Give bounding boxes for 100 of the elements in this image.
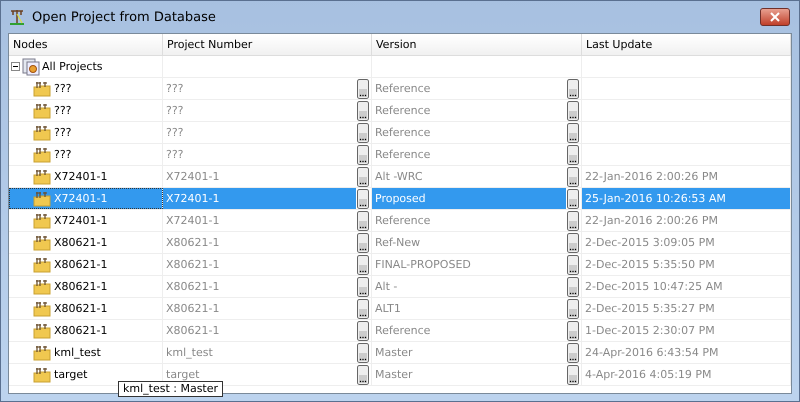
table-cell-text: X80621-1 — [165, 235, 220, 251]
browse-button[interactable] — [357, 254, 369, 274]
project-row[interactable]: X80621-1 X80621-1 ALT1 2-Dec-2015 5:35:27 PM — [9, 298, 791, 320]
browse-button[interactable] — [357, 100, 369, 120]
node-label: X72401-1 — [54, 192, 108, 205]
project-row[interactable]: kml_test kml_test Master 24-Apr-2016 6:43:54 PM — [9, 342, 791, 364]
browse-button[interactable] — [357, 144, 369, 164]
browse-button[interactable] — [567, 144, 579, 164]
browse-button[interactable] — [357, 342, 369, 362]
table-cell-text: Master — [374, 345, 414, 361]
browse-button[interactable] — [567, 188, 579, 208]
browse-button[interactable] — [357, 298, 369, 318]
table-cell-text: ??? — [165, 125, 185, 141]
browse-button[interactable] — [357, 276, 369, 296]
node-label: X80621-1 — [54, 236, 108, 249]
browse-button[interactable] — [567, 276, 579, 296]
window-title: Open Project from Database — [32, 10, 217, 24]
table-cell-text: 22-Jan-2016 2:00:26 PM — [584, 169, 720, 185]
table-cell-text: 2-Dec-2015 5:35:50 PM — [584, 257, 716, 273]
tower-icon — [8, 8, 26, 26]
node-label: X80621-1 — [54, 302, 108, 315]
node-label: ??? — [54, 126, 72, 139]
browse-button[interactable] — [567, 100, 579, 120]
column-header[interactable]: Nodes — [9, 34, 163, 55]
tree-node-label[interactable]: All Projects — [42, 60, 102, 73]
folder-icon — [33, 80, 51, 96]
folder-icon — [33, 256, 51, 272]
node-label: X80621-1 — [54, 324, 108, 337]
table-cell-text: 2-Dec-2015 10:47:25 AM — [584, 279, 724, 295]
table-cell-text: ??? — [165, 147, 185, 163]
column-header[interactable]: Last Update — [582, 34, 791, 55]
close-icon — [770, 12, 780, 22]
browse-button[interactable] — [567, 122, 579, 142]
table-cell-text: Alt -WRC — [374, 169, 424, 185]
browse-button[interactable] — [567, 364, 579, 384]
column-header[interactable]: Project Number — [163, 34, 372, 55]
folder-icon — [33, 300, 51, 316]
table-cell: X72401-1 — [163, 188, 356, 209]
browse-button[interactable] — [357, 122, 369, 142]
browse-button[interactable] — [357, 232, 369, 252]
table-cell-text: Reference — [374, 125, 432, 141]
table-cell-text: ALT1 — [374, 301, 402, 317]
folder-icon — [33, 212, 51, 228]
browse-button[interactable] — [357, 320, 369, 340]
table-cell-text: 2-Dec-2015 3:09:05 PM — [584, 235, 716, 251]
close-button[interactable] — [760, 8, 790, 26]
browse-button[interactable] — [357, 78, 369, 98]
project-row[interactable]: X80621-1 X80621-1 Alt - 2-Dec-2015 10:47:25 AM — [9, 276, 791, 298]
project-row[interactable]: X80621-1 X80621-1 Ref-New 2-Dec-2015 3:09:05 PM — [9, 232, 791, 254]
table-cell-text: ??? — [165, 81, 185, 97]
folder-icon — [33, 124, 51, 140]
project-row[interactable]: ??? ??? Reference — [9, 100, 791, 122]
table-cell-text: X80621-1 — [165, 323, 220, 339]
table-cell-text: X72401-1 — [165, 213, 220, 229]
table-cell-text: FINAL-PROPOSED — [374, 257, 472, 273]
table-cell-text: ??? — [165, 103, 185, 119]
project-row[interactable]: ??? ??? Reference — [9, 122, 791, 144]
browse-button[interactable] — [567, 166, 579, 186]
table-cell-text: kml_test — [165, 345, 214, 361]
browse-button[interactable] — [357, 188, 369, 208]
project-row[interactable]: X72401-1 X72401-1 Reference 22-Jan-2016 2:00:26 PM — [9, 210, 791, 232]
browse-button[interactable] — [567, 254, 579, 274]
browse-button[interactable] — [567, 210, 579, 230]
node-label: ??? — [54, 148, 72, 161]
browse-button[interactable] — [567, 298, 579, 318]
project-row[interactable]: X80621-1 X80621-1 Reference 1-Dec-2015 2:30:07 PM — [9, 320, 791, 342]
table-cell-text: X80621-1 — [165, 279, 220, 295]
folder-icon — [33, 278, 51, 294]
table-cell-text: Alt - — [374, 279, 398, 295]
browse-button[interactable] — [357, 166, 369, 186]
table-cell-text: Ref-New — [374, 235, 422, 251]
table-cell-text: Reference — [374, 103, 432, 119]
folder-icon — [33, 234, 51, 250]
node-label: ??? — [54, 82, 72, 95]
browse-button[interactable] — [567, 320, 579, 340]
table-cell-text: Master — [374, 367, 414, 383]
node-label: X72401-1 — [54, 170, 108, 183]
project-row[interactable]: ??? ??? Reference — [9, 144, 791, 166]
project-row[interactable]: ??? ??? Reference — [9, 78, 791, 100]
project-row[interactable]: X80621-1 X80621-1 FINAL-PROPOSED 2-Dec-2015 5:35:50 PM — [9, 254, 791, 276]
table-cell-text: 22-Jan-2016 2:00:26 PM — [584, 213, 720, 229]
browse-button[interactable] — [357, 210, 369, 230]
table-cell-text: Reference — [374, 323, 432, 339]
node-label: target — [54, 368, 88, 381]
browse-button[interactable] — [567, 232, 579, 252]
folder-icon — [33, 322, 51, 338]
node-label: ??? — [54, 104, 72, 117]
folder-icon — [33, 146, 51, 162]
folder-icon — [33, 190, 51, 206]
node-label: X72401-1 — [54, 214, 108, 227]
column-header[interactable]: Version — [372, 34, 582, 55]
browse-button[interactable] — [567, 342, 579, 362]
collapse-icon[interactable] — [11, 62, 20, 71]
browse-button[interactable] — [357, 364, 369, 384]
tooltip: kml_test : Master — [118, 381, 224, 397]
node-label: X80621-1 — [54, 258, 108, 271]
browse-button[interactable] — [567, 78, 579, 98]
table-cell: 25-Jan-2016 10:26:53 AM — [582, 188, 790, 209]
table-cell-text: Reference — [374, 213, 432, 229]
table-cell-text: X72401-1 — [165, 169, 220, 185]
